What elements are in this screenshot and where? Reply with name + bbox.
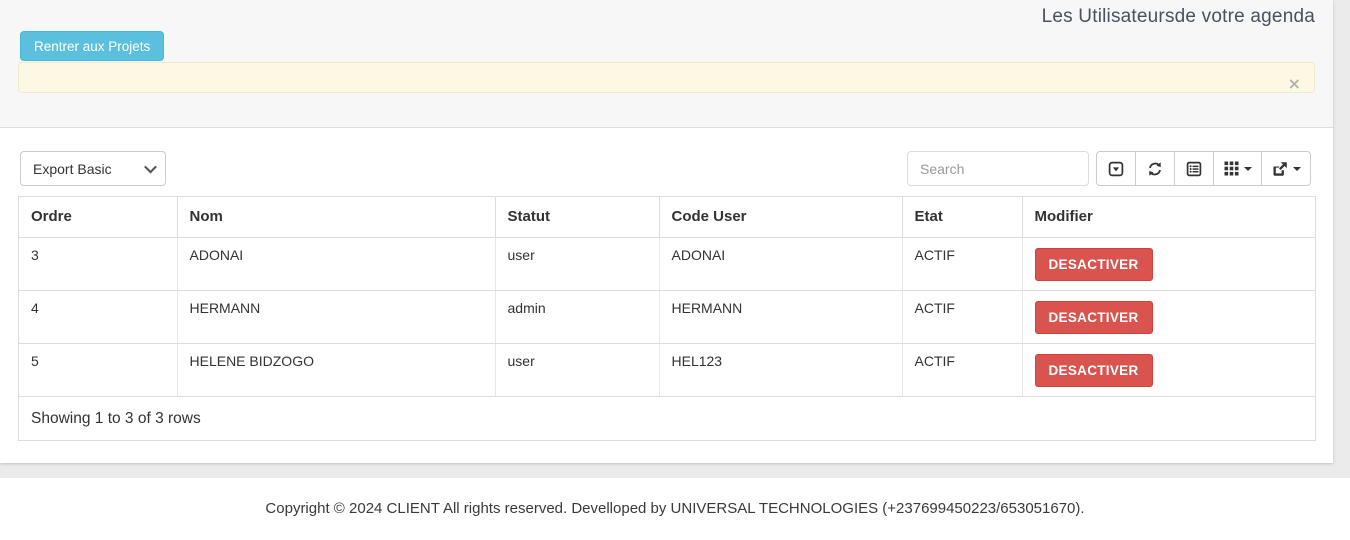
page-header: Les Utilisateursde votre agenda Rentrer … [0,0,1333,128]
export-button[interactable] [1261,151,1311,186]
cell-modifier: DESACTIVER [1022,290,1315,343]
cell-code-user: HERMANN [659,290,902,343]
deactivate-button[interactable]: DESACTIVER [1035,301,1153,334]
deactivate-button[interactable]: DESACTIVER [1035,248,1153,281]
cell-etat: ACTIF [902,237,1022,290]
refresh-icon [1147,161,1163,177]
table-row: 5 HELENE BIDZOGO user HEL123 ACTIF DESAC… [19,343,1315,396]
users-table-container: Ordre Nom Statut Code User Etat Modifier… [18,196,1316,441]
export-icon [1272,161,1288,177]
list-view-icon [1186,161,1202,177]
table-toolbar-button-group [1096,151,1311,186]
cell-ordre: 5 [19,343,177,396]
toggle-pagination-button[interactable] [1096,151,1136,186]
cell-code-user: HEL123 [659,343,902,396]
toggle-view-button[interactable] [1174,151,1214,186]
cell-statut: user [495,343,659,396]
table-row: 4 HERMANN admin HERMANN ACTIF DESACTIVER [19,290,1315,343]
main-panel: Les Utilisateursde votre agenda Rentrer … [0,0,1333,463]
cell-nom: HERMANN [177,290,495,343]
table-header-row: Ordre Nom Statut Code User Etat Modifier [19,197,1315,237]
close-icon[interactable]: × [1288,76,1301,92]
columns-grid-icon [1224,161,1239,176]
export-type-select[interactable]: Export Basic [20,151,166,186]
cell-nom: ADONAI [177,237,495,290]
cell-nom: HELENE BIDZOGO [177,343,495,396]
deactivate-button[interactable]: DESACTIVER [1035,354,1153,387]
export-select-wrap: Export Basic [20,151,166,186]
cell-code-user: ADONAI [659,237,902,290]
page-title: Les Utilisateursde votre agenda [1042,6,1315,28]
chevron-down-icon [1244,167,1252,171]
column-header-ordre[interactable]: Ordre [19,197,177,237]
refresh-button[interactable] [1135,151,1175,186]
column-header-etat[interactable]: Etat [902,197,1022,237]
cell-ordre: 4 [19,290,177,343]
column-header-nom[interactable]: Nom [177,197,495,237]
cell-statut: user [495,237,659,290]
cell-etat: ACTIF [902,290,1022,343]
caret-square-down-icon [1108,161,1124,177]
columns-button[interactable] [1213,151,1262,186]
copyright-text: Copyright © 2024 CLIENT All rights reser… [265,500,1084,517]
back-to-projects-button[interactable]: Rentrer aux Projets [20,31,164,61]
column-header-statut[interactable]: Statut [495,197,659,237]
pagination-summary: Showing 1 to 3 of 3 rows [19,397,1315,441]
cell-ordre: 3 [19,237,177,290]
column-header-code-user[interactable]: Code User [659,197,902,237]
table-row: 3 ADONAI user ADONAI ACTIF DESACTIVER [19,237,1315,290]
search-input[interactable] [907,151,1089,186]
column-header-modifier[interactable]: Modifier [1022,197,1315,237]
users-table: Ordre Nom Statut Code User Etat Modifier… [19,197,1315,397]
cell-modifier: DESACTIVER [1022,237,1315,290]
cell-etat: ACTIF [902,343,1022,396]
cell-modifier: DESACTIVER [1022,343,1315,396]
page-footer: Copyright © 2024 CLIENT All rights reser… [0,478,1350,540]
chevron-down-icon [1293,167,1301,171]
cell-statut: admin [495,290,659,343]
alert-banner: × [18,62,1315,93]
